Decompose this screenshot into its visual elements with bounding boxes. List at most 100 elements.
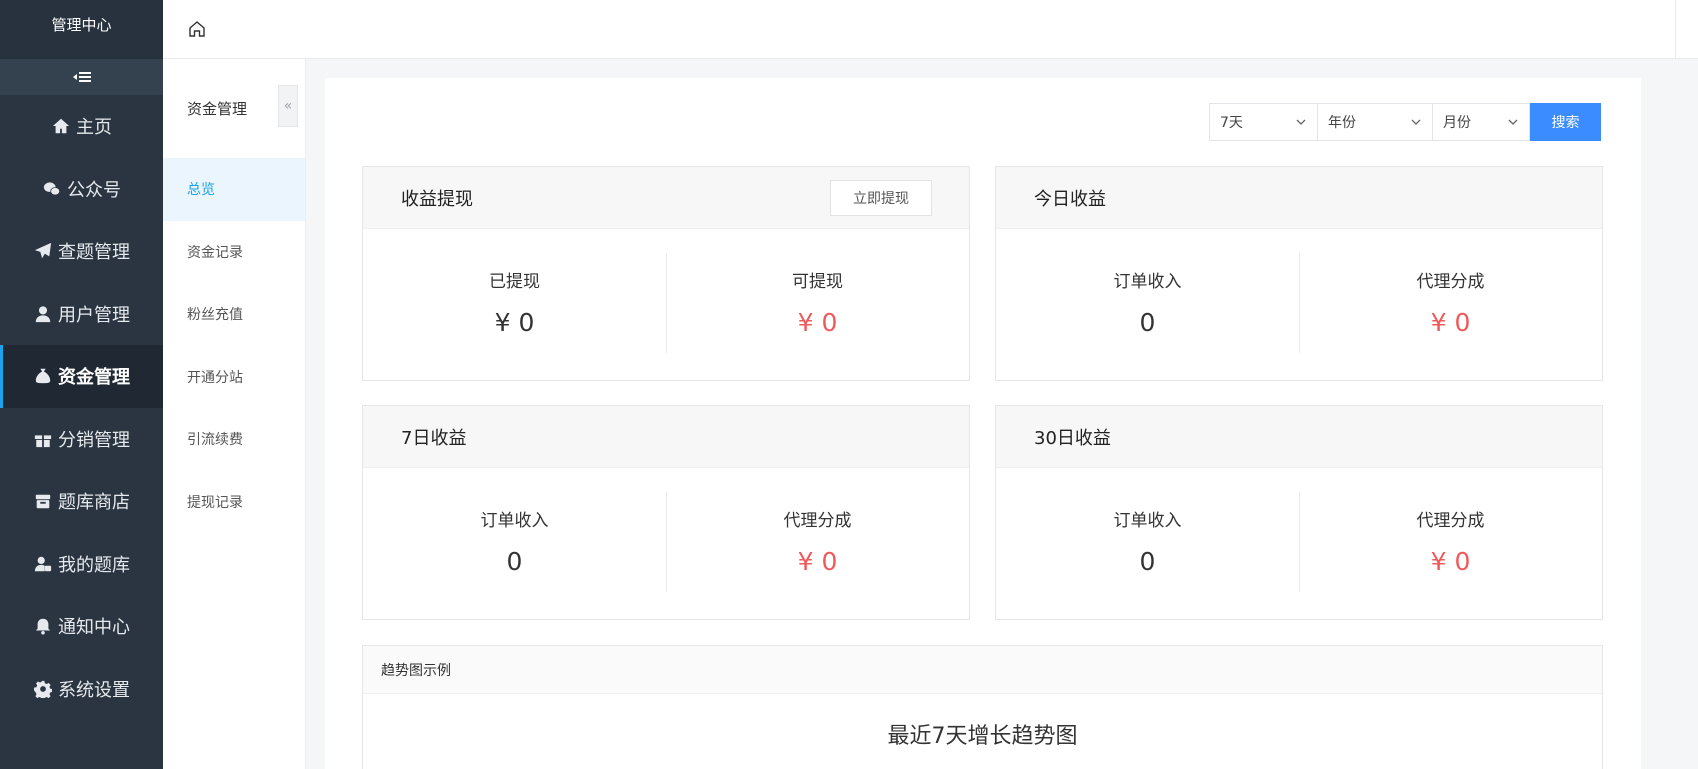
menu-fold-icon (72, 72, 91, 82)
today-income-card: 今日收益 订单收入 0 代理分成 ¥ 0 (995, 166, 1603, 381)
stat-label: 代理分成 (1416, 272, 1485, 292)
card-body: 订单收入 0 代理分成 ¥ 0 (363, 468, 969, 620)
stat-value: ¥ 0 (1430, 308, 1471, 337)
sidebar-item-label: 分销管理 (58, 429, 130, 451)
sidebar-item-distribution[interactable]: 分销管理 (0, 408, 163, 471)
subnav-item-renewal[interactable]: 引流续费 (163, 408, 305, 471)
card-title: 30日收益 (1034, 427, 1111, 449)
trend-header: 趋势图示例 (363, 646, 1602, 694)
thirty-day-income-card: 30日收益 订单收入 0 代理分成 ¥ 0 (995, 405, 1603, 620)
stat-withdrawable: 可提现 ¥ 0 (666, 253, 969, 353)
sidebar-item-label: 主页 (76, 117, 112, 139)
card-header: 今日收益 (996, 167, 1602, 229)
stat-value: 0 (506, 547, 523, 576)
gift-icon (33, 429, 53, 449)
sub-sidebar: 资金管理 « 总览 资金记录 粉丝充值 开通分站 引流续费 提现记录 (163, 59, 306, 769)
money-bag-icon (33, 366, 53, 386)
chevron-down-icon (1411, 119, 1421, 125)
stat-value: ¥ 0 (494, 308, 535, 337)
user-lock-icon (33, 554, 53, 574)
card-title: 7日收益 (401, 427, 467, 449)
sidebar-item-my-bank[interactable]: 我的题库 (0, 533, 163, 596)
sidebar-item-label: 系统设置 (58, 679, 130, 701)
card-title: 今日收益 (1034, 188, 1106, 210)
stat-order-income: 订单收入 0 (363, 492, 666, 592)
stat-order-income: 订单收入 0 (996, 253, 1299, 353)
sidebar-item-label: 我的题库 (58, 554, 130, 576)
subnav-item-withdraw-records[interactable]: 提现记录 (163, 471, 305, 534)
stat-value: ¥ 0 (1430, 547, 1471, 576)
chevron-down-icon (1296, 119, 1306, 125)
card-body: 已提现 ¥ 0 可提现 ¥ 0 (363, 229, 969, 381)
year-select[interactable]: 年份 (1317, 103, 1433, 141)
stat-label: 订单收入 (480, 511, 549, 531)
main-nav: 主页 公众号 查题管理 用户管理 资金管理 分销管理 题库商店 我的题库 通知中… (0, 95, 163, 720)
stat-label: 代理分成 (783, 511, 852, 531)
stat-value: 0 (1139, 308, 1156, 337)
stat-label: 代理分成 (1416, 511, 1485, 531)
search-button[interactable]: 搜索 (1530, 103, 1601, 141)
sidebar-item-finance[interactable]: 资金管理 (0, 345, 163, 408)
top-header (163, 0, 1698, 59)
paper-plane-icon (33, 241, 53, 261)
sidebar-item-label: 资金管理 (58, 367, 130, 389)
sidebar-item-query[interactable]: 查题管理 (0, 220, 163, 283)
stat-agent-share: 代理分成 ¥ 0 (1299, 253, 1602, 353)
sidebar-item-home[interactable]: 主页 (0, 95, 163, 158)
home-icon (51, 116, 71, 136)
card-header: 收益提现 立即提现 (363, 167, 969, 229)
stat-value: ¥ 0 (797, 308, 838, 337)
main-sidebar: 管理中心 主页 公众号 查题管理 用户管理 资金管理 分销管理 题库商店 我的题… (0, 0, 163, 769)
home-outline-icon[interactable] (187, 19, 207, 39)
stat-label: 可提现 (792, 272, 843, 292)
bell-icon (33, 616, 53, 636)
stat-label: 已提现 (489, 272, 540, 292)
sidebar-item-label: 公众号 (67, 179, 121, 201)
stat-value: ¥ 0 (797, 547, 838, 576)
sidebar-item-notice[interactable]: 通知中心 (0, 595, 163, 658)
subnav-collapse-button[interactable]: « (278, 85, 298, 127)
gear-icon (33, 679, 53, 699)
days-select[interactable]: 7天 (1209, 103, 1318, 141)
stat-agent-share: 代理分成 ¥ 0 (1299, 492, 1602, 592)
trend-chart-title: 最近7天增长趋势图 (887, 724, 1078, 749)
withdraw-card: 收益提现 立即提现 已提现 ¥ 0 可提现 ¥ 0 (362, 166, 970, 381)
subnav-item-overview[interactable]: 总览 (163, 158, 305, 221)
card-header: 30日收益 (996, 406, 1602, 468)
sidebar-item-label: 通知中心 (58, 617, 130, 639)
sidebar-item-settings[interactable]: 系统设置 (0, 658, 163, 721)
card-body: 订单收入 0 代理分成 ¥ 0 (996, 229, 1602, 381)
seven-day-income-card: 7日收益 订单收入 0 代理分成 ¥ 0 (362, 405, 970, 620)
subnav-item-records[interactable]: 资金记录 (163, 221, 305, 284)
card-title: 收益提现 (401, 188, 473, 210)
month-select-value: 月份 (1443, 115, 1471, 131)
main-content: 7天 年份 月份 搜索 收益提现 立即提现 已提现 ¥ 0 可提现 ¥ 0 今日… (325, 78, 1641, 769)
sidebar-item-users[interactable]: 用户管理 (0, 283, 163, 346)
stat-label: 订单收入 (1113, 272, 1182, 292)
double-chevron-left-icon: « (283, 98, 293, 114)
stat-order-income: 订单收入 0 (996, 492, 1299, 592)
header-divider (1675, 0, 1676, 58)
wechat-icon (42, 179, 62, 199)
sidebar-item-store[interactable]: 题库商店 (0, 470, 163, 533)
subnav-item-substation[interactable]: 开通分站 (163, 346, 305, 409)
stat-label: 订单收入 (1113, 511, 1182, 531)
stat-agent-share: 代理分成 ¥ 0 (666, 492, 969, 592)
user-icon (33, 304, 53, 324)
menu-collapse-button[interactable] (0, 59, 163, 95)
year-select-value: 年份 (1328, 115, 1356, 131)
withdraw-now-button[interactable]: 立即提现 (830, 179, 932, 216)
sidebar-item-wechat[interactable]: 公众号 (0, 158, 163, 221)
trend-panel: 趋势图示例 最近7天增长趋势图 (362, 645, 1603, 769)
days-select-value: 7天 (1220, 115, 1243, 131)
filter-bar: 7天 年份 月份 搜索 (1209, 103, 1601, 141)
sidebar-item-label: 用户管理 (58, 304, 130, 326)
card-header: 7日收益 (363, 406, 969, 468)
card-body: 订单收入 0 代理分成 ¥ 0 (996, 468, 1602, 620)
sidebar-item-label: 查题管理 (58, 242, 130, 264)
stat-value: 0 (1139, 547, 1156, 576)
chevron-down-icon (1508, 119, 1518, 125)
subnav-item-recharge[interactable]: 粉丝充值 (163, 283, 305, 346)
month-select[interactable]: 月份 (1432, 103, 1530, 141)
store-icon (33, 491, 53, 511)
